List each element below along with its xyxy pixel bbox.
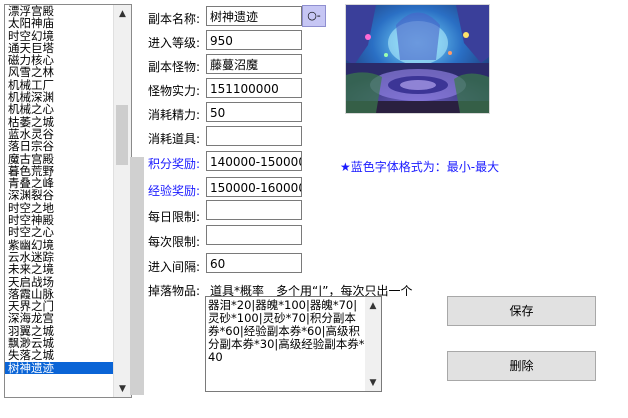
- daily-limit-field[interactable]: [206, 200, 302, 220]
- list-item[interactable]: 羽翼之城: [5, 325, 129, 337]
- list-item[interactable]: 云水迷踪: [5, 251, 129, 263]
- list-item[interactable]: 深海龙宫: [5, 312, 129, 324]
- list-item[interactable]: 机械深渊: [5, 91, 129, 103]
- each-limit-label: 每次限制:: [148, 235, 201, 249]
- list-item[interactable]: 落日宗谷: [5, 140, 129, 152]
- name-dropdown-button[interactable]: ○-: [302, 5, 326, 27]
- save-button[interactable]: 保存: [447, 296, 596, 326]
- splitter-bar: [130, 157, 144, 395]
- list-item[interactable]: 飘渺云城: [5, 337, 129, 349]
- list-item[interactable]: 通天巨塔: [5, 42, 129, 54]
- list-item[interactable]: 青叠之峰: [5, 177, 129, 189]
- list-item[interactable]: 落霞山脉: [5, 288, 129, 300]
- scroll-thumb[interactable]: [116, 105, 128, 165]
- list-item[interactable]: 失落之城: [5, 349, 129, 361]
- power-field[interactable]: 151100000: [206, 78, 302, 98]
- list-item[interactable]: 紫幽幻境: [5, 239, 129, 251]
- item-field[interactable]: [206, 126, 302, 146]
- list-item[interactable]: 时空之心: [5, 226, 129, 238]
- name-label: 副本名称:: [148, 12, 201, 26]
- level-field[interactable]: 950: [206, 30, 302, 50]
- daily-limit-label: 每日限制:: [148, 210, 201, 224]
- list-item[interactable]: 蓝水灵谷: [5, 128, 129, 140]
- dungeon-preview-image: [345, 4, 490, 114]
- list-item[interactable]: 机械工厂: [5, 79, 129, 91]
- points-field[interactable]: 140000-150000: [206, 151, 302, 171]
- monster-field[interactable]: 藤蔓沼魔: [206, 54, 302, 74]
- list-item[interactable]: 树神遗迹: [5, 361, 129, 374]
- item-label: 消耗道具:: [148, 132, 201, 146]
- energy-field[interactable]: 50: [206, 102, 302, 122]
- list-item[interactable]: 天界之门: [5, 300, 129, 312]
- drops-textarea[interactable]: 器泪*20|器魄*100|器魄*70|灵砂*100|灵砂*70|积分副本券*60…: [205, 296, 382, 392]
- points-label: 积分奖励:: [148, 157, 201, 171]
- list-item[interactable]: 魔古宫殿: [5, 153, 129, 165]
- energy-label: 消耗精力:: [148, 108, 201, 122]
- drops-label: 掉落物品:: [148, 284, 201, 298]
- scroll-up-icon[interactable]: ▲: [114, 5, 131, 22]
- list-item[interactable]: 风雪之林: [5, 66, 129, 78]
- drops-text[interactable]: 器泪*20|器魄*100|器魄*70|灵砂*100|灵砂*70|积分副本券*60…: [208, 299, 366, 364]
- list-item[interactable]: 时空神殿: [5, 214, 129, 226]
- exp-field[interactable]: 150000-160000: [206, 177, 302, 197]
- list-item[interactable]: 太阳神庙: [5, 17, 129, 29]
- list-item[interactable]: 机械之心: [5, 103, 129, 115]
- list-item[interactable]: 漂浮宫殿: [5, 5, 129, 17]
- drops-scroll-up-icon[interactable]: ▲: [365, 297, 381, 314]
- list-item[interactable]: 磁力核心: [5, 54, 129, 66]
- drops-scroll-down-icon[interactable]: ▼: [365, 374, 381, 391]
- name-field[interactable]: 树神遗迹: [206, 6, 302, 26]
- list-item[interactable]: 枯萎之城: [5, 116, 129, 128]
- scroll-down-icon[interactable]: ▼: [114, 380, 131, 397]
- each-limit-field[interactable]: [206, 225, 302, 245]
- list-item[interactable]: 天启战场: [5, 276, 129, 288]
- power-label: 怪物实力:: [148, 84, 201, 98]
- format-note: ★蓝色字体格式为：最小-最大: [340, 160, 500, 174]
- drops-scrollbar[interactable]: ▲ ▼: [365, 297, 381, 391]
- exp-label: 经验奖励:: [148, 184, 201, 198]
- list-item[interactable]: 暮色荒野: [5, 165, 129, 177]
- interval-field[interactable]: 60: [206, 253, 302, 273]
- list-item[interactable]: 时空幻境: [5, 30, 129, 42]
- list-item[interactable]: 未来之境: [5, 263, 129, 275]
- list-scrollbar[interactable]: ▲ ▼: [113, 5, 131, 397]
- list-item[interactable]: 深渊裂谷: [5, 189, 129, 201]
- monster-label: 副本怪物:: [148, 60, 201, 74]
- dungeon-listbox[interactable]: 漂浮宫殿 太阳神庙 时空幻境 通天巨塔 磁力核心 风雪之林 机械工厂 机械深渊 机械之心 枯萎之城…: [4, 4, 132, 398]
- dungeon-list[interactable]: 漂浮宫殿 太阳神庙 时空幻境 通天巨塔 磁力核心 风雪之林 机械工厂 机械深渊 机械之心 枯萎之城…: [5, 5, 129, 374]
- list-item[interactable]: 时空之地: [5, 202, 129, 214]
- level-label: 进入等级:: [148, 36, 201, 50]
- delete-button[interactable]: 删除: [447, 351, 596, 381]
- interval-label: 进入间隔:: [148, 260, 201, 274]
